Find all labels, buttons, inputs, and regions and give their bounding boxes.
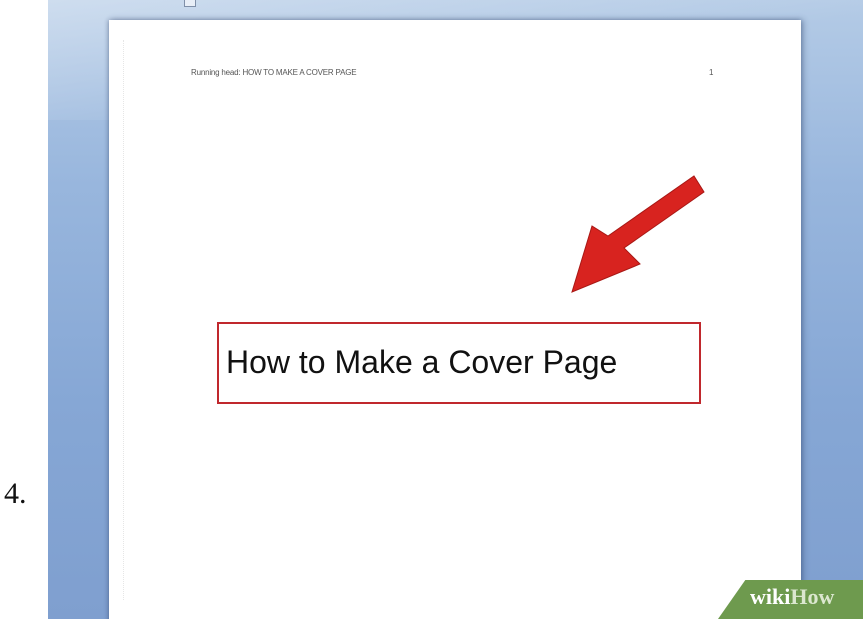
page-margin-guide: [123, 40, 124, 600]
running-head[interactable]: Running head: HOW TO MAKE A COVER PAGE: [191, 68, 357, 77]
document-page[interactable]: Running head: HOW TO MAKE A COVER PAGE 1…: [109, 20, 801, 619]
watermark-suffix: How: [790, 584, 835, 609]
wikihow-watermark: wikiHow: [688, 580, 863, 619]
word-processor-screenshot: Running head: HOW TO MAKE A COVER PAGE 1…: [48, 0, 863, 619]
red-arrow-icon: [571, 175, 705, 293]
red-arrow-shape: [571, 175, 705, 293]
page-number: 1: [709, 68, 714, 77]
watermark-prefix: wiki: [750, 584, 791, 609]
cover-page-title[interactable]: How to Make a Cover Page: [226, 344, 617, 381]
step-number: 4.: [4, 477, 27, 510]
watermark-logo: wikiHow: [750, 584, 834, 610]
ruler-marker-icon: [184, 0, 196, 7]
